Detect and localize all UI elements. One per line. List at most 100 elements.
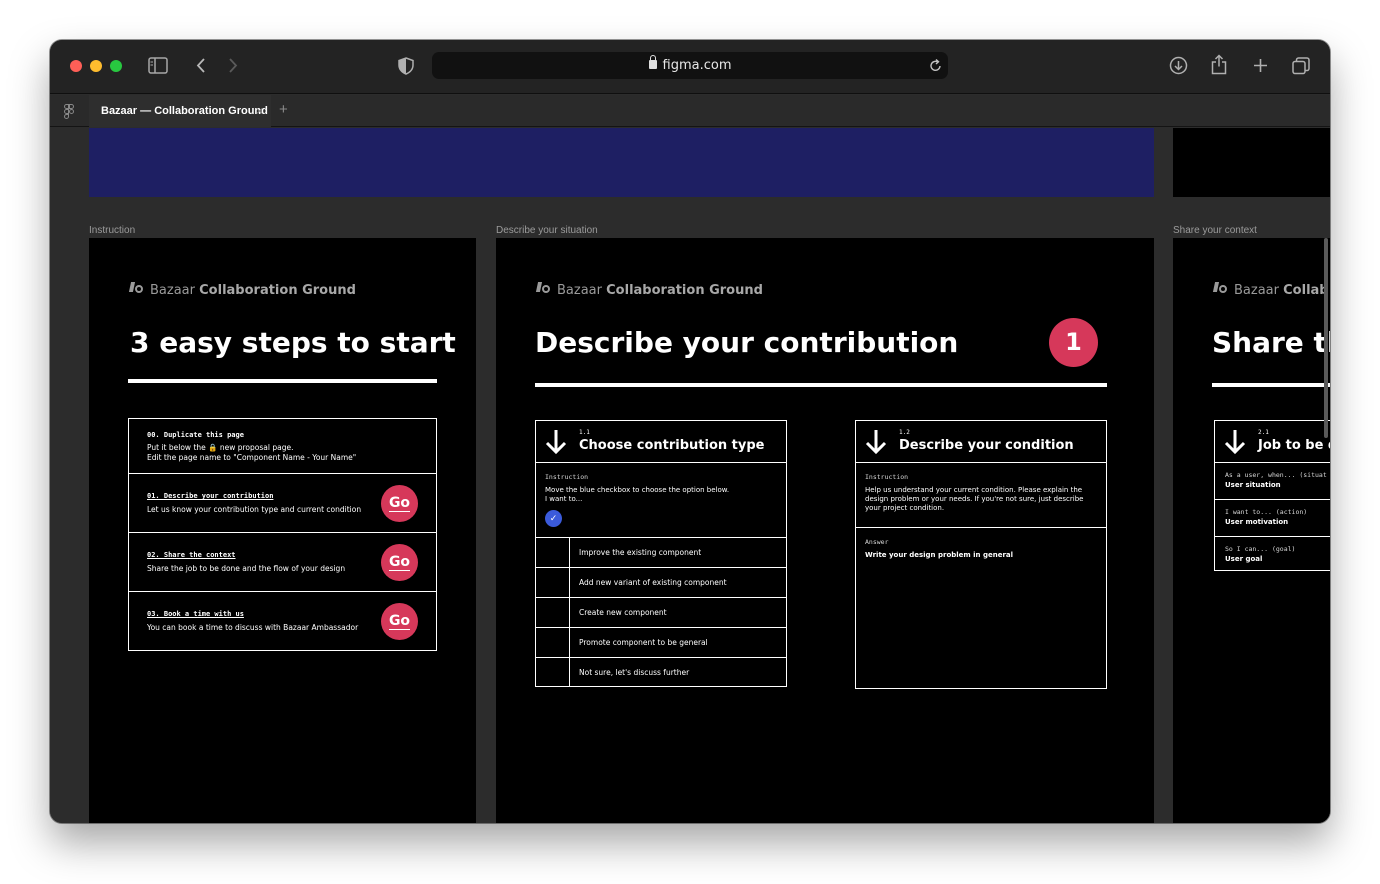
frame-label-instruction[interactable]: Instruction [89,225,135,236]
box-header: 1.1 Choose contribution type [536,421,786,463]
step-desc: Edit the page name to "Component Name - … [147,453,357,462]
answer-section[interactable]: Answer Write your design problem in gene… [856,528,1106,570]
option-row[interactable]: Promote component to be general [536,628,786,658]
step-desc: Share the job to be done and the flow of… [147,564,346,573]
brand-sub: Collaboration Ground [199,283,356,298]
section-label: Instruction [865,473,909,481]
step-code[interactable]: 01. Describe your contribution [147,492,273,500]
title-divider [535,383,1107,387]
context-row[interactable]: So I can... (goal) User goal [1215,537,1330,574]
option-row[interactable]: Add new variant of existing component [536,568,786,598]
frame-label-share[interactable]: Share your context [1173,225,1257,236]
brand-name: Bazaar [150,283,195,298]
figma-canvas[interactable]: Instruction Describe your situation Shar… [50,128,1330,823]
share-icon[interactable] [1211,54,1227,75]
title-divider [1212,383,1330,387]
option-row[interactable]: Create new component [536,598,786,628]
go-button[interactable]: Go [381,603,418,640]
arrow-down-icon [1224,430,1246,455]
lock-icon [648,55,657,69]
figma-icon [64,104,76,119]
option-checkbox-slot[interactable] [536,538,570,567]
row-value: User motivation [1225,518,1289,526]
go-button[interactable]: Go [381,544,418,581]
instruction-frame[interactable]: Bazaar Collaboration Ground 3 easy steps… [89,238,476,823]
new-tab-button[interactable]: + [279,101,288,118]
option-checkbox-slot[interactable] [536,628,570,657]
context-row[interactable]: As a user, when... (situat User situatio… [1215,463,1330,500]
arrow-down-icon [545,430,567,455]
url-text: figma.com [662,58,732,73]
option-checkbox-slot[interactable] [536,598,570,627]
condition-box: 1.2 Describe your condition Instruction … [855,420,1107,689]
box-title: Describe your condition [899,438,1074,453]
describe-title: Describe your contribution [535,326,959,359]
step-code: 00. Duplicate this page [147,431,244,439]
bazaar-logo-icon [1214,281,1228,295]
back-icon[interactable] [195,57,207,74]
brand-sub: Collab [1283,283,1329,298]
tabs-overview-icon[interactable] [1292,57,1310,75]
vertical-scrollbar[interactable] [1324,238,1328,438]
step-03: 03. Book a time with us You can book a t… [128,592,437,651]
forward-icon[interactable] [227,57,239,74]
maximize-window-button[interactable] [110,60,122,72]
answer-text[interactable]: Write your design problem in general [865,551,1097,560]
describe-frame[interactable]: Bazaar Collaboration Ground Describe you… [496,238,1154,823]
reload-icon[interactable] [930,59,942,72]
go-button[interactable]: Go [381,485,418,522]
step-code[interactable]: 03. Book a time with us [147,610,244,618]
row-label: So I can... (goal) [1225,545,1296,553]
frame-label-describe[interactable]: Describe your situation [496,225,598,236]
step-01: 01. Describe your contribution Let us kn… [128,474,437,533]
row-label: I want to... (action) [1225,508,1308,516]
row-value: User situation [1225,481,1281,489]
share-frame[interactable]: Bazaar Collab Share th 2.1 Job to be d A… [1173,238,1330,823]
brand-sub: Collaboration Ground [606,283,763,298]
instruction-title: 3 easy steps to start [130,326,456,359]
tab-close-button[interactable]: × [256,95,263,127]
brand-name: Bazaar [1234,283,1279,298]
minimize-window-button[interactable] [90,60,102,72]
step-desc: You can book a time to discuss with Baza… [147,623,359,632]
step-desc: Let us know your contribution type and c… [147,505,362,514]
step-00: 00. Duplicate this page Put it below the… [128,418,437,474]
step-code[interactable]: 02. Share the context [147,551,236,559]
sidebar-icon[interactable] [148,57,168,74]
section-label: Answer [865,538,889,546]
download-icon[interactable] [1169,56,1188,75]
tab-bazaar[interactable]: Bazaar — Collaboration Ground × [89,95,271,127]
address-bar[interactable]: figma.com [432,52,948,79]
option-row[interactable]: Improve the existing component [536,538,786,568]
blue-checkbox[interactable]: ✓ [545,510,562,527]
box-number: 1.1 [579,429,590,436]
box-number: 2.1 [1258,429,1269,436]
share-title: Share th [1212,326,1330,359]
option-label: Add new variant of existing component [579,578,727,587]
option-checkbox-slot[interactable] [536,568,570,597]
job-box: 2.1 Job to be d As a user, when... (situ… [1214,420,1330,571]
context-row[interactable]: I want to... (action) User motivation [1215,500,1330,537]
brand-header: Bazaar Collaboration Ground [130,280,356,298]
banner-frame-right[interactable] [1173,128,1330,197]
brand-header: Bazaar Collab [1214,280,1329,298]
step-02: 02. Share the context Share the job to b… [128,533,437,592]
bazaar-logo-icon [130,281,144,295]
section-label: Instruction [545,473,589,481]
option-row[interactable]: Not sure, let's discuss further [536,658,786,688]
close-window-button[interactable] [70,60,82,72]
step-number-badge: 1 [1049,318,1098,367]
instruction-text: Help us understand your current conditio… [865,486,1084,512]
arrow-down-icon [865,430,887,455]
row-value: User goal [1225,555,1263,563]
option-checkbox-slot[interactable] [536,658,570,687]
title-divider [128,379,437,383]
plus-icon[interactable] [1253,58,1268,73]
shield-icon[interactable] [398,57,414,75]
brand-name: Bazaar [557,283,602,298]
box-title: Job to be d [1258,438,1330,453]
option-label: Promote component to be general [579,638,708,647]
banner-frame[interactable] [89,128,1154,197]
step-desc: Put it below the 🔒 new proposal page. [147,443,294,452]
contribution-type-box: 1.1 Choose contribution type Instruction… [535,420,787,687]
